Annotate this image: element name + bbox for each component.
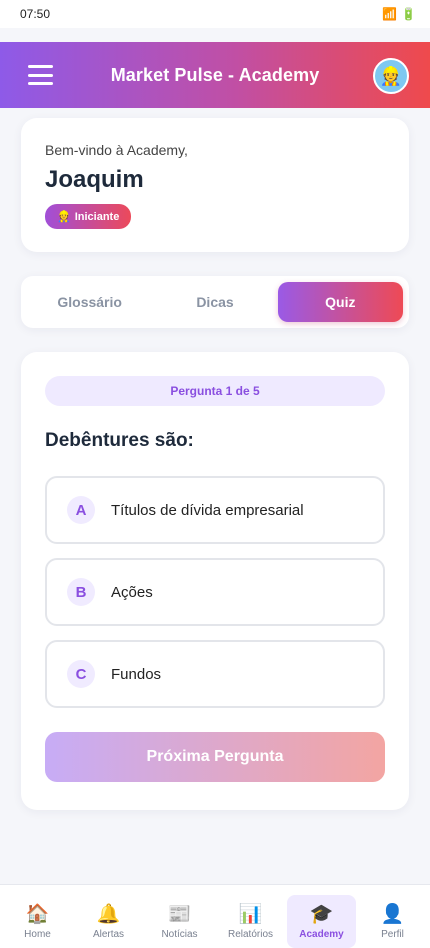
menu-icon-bar bbox=[28, 82, 53, 85]
nav-label: Relatórios bbox=[227, 928, 274, 940]
nav-label: Alertas bbox=[92, 928, 125, 940]
menu-icon-bar bbox=[28, 73, 53, 77]
battery-icon: 🔋 bbox=[401, 7, 416, 21]
tab-glossario[interactable]: Glossário bbox=[27, 282, 152, 322]
option-text: Fundos bbox=[111, 665, 162, 683]
status-icons: 📶 🔋 bbox=[382, 7, 416, 21]
app-header: Market Pulse - Academy 👷 bbox=[0, 42, 430, 108]
option-text: Ações bbox=[111, 583, 153, 601]
user-name: Joaquim bbox=[45, 166, 144, 193]
welcome-greeting: Bem-vindo à Academy, bbox=[45, 142, 188, 158]
worker-icon: 👷 bbox=[57, 211, 71, 223]
option-letter: C bbox=[67, 660, 95, 688]
next-question-button[interactable]: Próxima Pergunta bbox=[45, 732, 385, 782]
academy-tabs: Glossário Dicas Quiz bbox=[21, 276, 409, 328]
tab-dicas[interactable]: Dicas bbox=[152, 282, 277, 322]
answer-option-a[interactable]: A Títulos de dívida empresarial bbox=[45, 476, 385, 544]
bottom-nav: 🏠 Home 🔔 Alertas 📰 Notícias 📊 Relatórios… bbox=[0, 884, 430, 948]
status-time: 07:50 bbox=[20, 7, 51, 21]
option-letter: A bbox=[67, 496, 95, 524]
quiz-card: Pergunta 1 de 5 Debêntures são: A Título… bbox=[21, 352, 409, 810]
avatar[interactable]: 👷 bbox=[373, 58, 409, 94]
worker-icon: 👷 bbox=[379, 65, 403, 86]
nav-item-academy[interactable]: 🎓 Academy bbox=[287, 895, 356, 948]
option-text: Títulos de dívida empresarial bbox=[111, 501, 304, 519]
signal-icon: 📶 bbox=[382, 7, 398, 21]
graduation-cap-icon: 🎓 bbox=[309, 903, 334, 925]
nav-item-relatorios[interactable]: 📊 Relatórios bbox=[216, 895, 285, 948]
bar-chart-icon: 📊 bbox=[238, 903, 263, 925]
answer-options: A Títulos de dívida empresarial B Ações … bbox=[45, 476, 385, 708]
nav-label: Academy bbox=[299, 928, 344, 940]
answer-option-b[interactable]: B Ações bbox=[45, 558, 385, 626]
nav-item-alertas[interactable]: 🔔 Alertas bbox=[74, 895, 143, 948]
level-badge: 👷 Iniciante bbox=[45, 204, 132, 229]
option-letter: B bbox=[67, 578, 95, 606]
home-icon: 🏠 bbox=[25, 903, 50, 925]
nav-label: Perfil bbox=[381, 928, 404, 940]
nav-item-perfil[interactable]: 👤 Perfil bbox=[358, 895, 427, 948]
status-bar: 07:50 📶 🔋 bbox=[0, 0, 430, 28]
welcome-card: Bem-vindo à Academy, Joaquim 👷 Iniciante bbox=[21, 118, 409, 252]
app-title: Market Pulse - Academy bbox=[110, 64, 320, 85]
answer-option-c[interactable]: C Fundos bbox=[45, 640, 385, 708]
nav-item-noticias[interactable]: 📰 Notícias bbox=[145, 895, 214, 948]
bell-icon: 🔔 bbox=[96, 903, 121, 925]
question-text: Debêntures são: bbox=[45, 430, 194, 451]
level-label: Iniciante bbox=[74, 210, 120, 223]
newspaper-icon: 📰 bbox=[167, 903, 192, 925]
nav-label: Home bbox=[24, 928, 51, 940]
tab-quiz[interactable]: Quiz bbox=[277, 282, 403, 322]
menu-icon[interactable] bbox=[28, 65, 53, 85]
nav-item-home[interactable]: 🏠 Home bbox=[3, 895, 72, 948]
menu-icon-bar bbox=[28, 65, 53, 68]
question-progress: Pergunta 1 de 5 bbox=[45, 376, 385, 406]
nav-label: Notícias bbox=[161, 928, 198, 940]
user-icon: 👤 bbox=[380, 903, 405, 925]
